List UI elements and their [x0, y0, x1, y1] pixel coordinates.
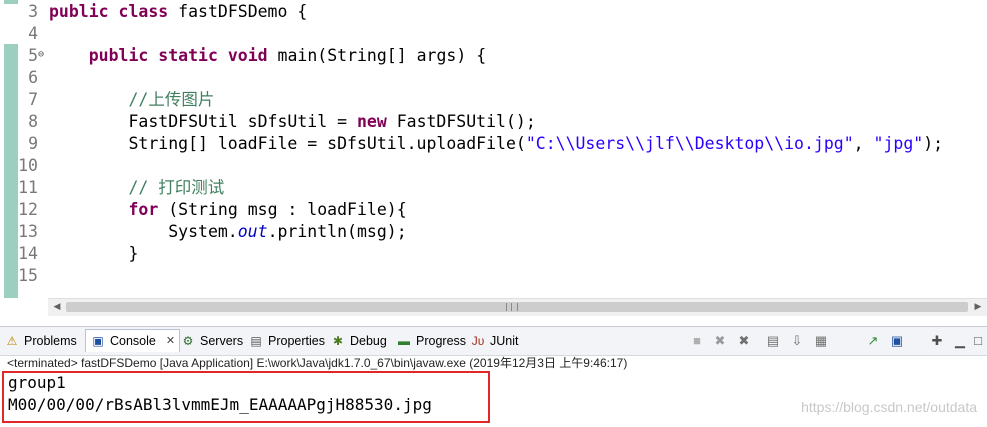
code-token: ); — [923, 134, 944, 153]
code-text: public static void main(String[] args) { — [49, 45, 486, 67]
change-ruler-top — [4, 0, 18, 4]
code-text: System.out.println(msg); — [49, 221, 407, 243]
tab-label: Progress — [416, 334, 467, 348]
minimize-icon[interactable]: ▁ — [951, 332, 969, 350]
debug-icon: ✱ — [332, 334, 344, 348]
line-number: 6 — [28, 68, 38, 87]
tab-label: Servers — [200, 334, 244, 348]
remove-launch-icon[interactable]: ✖ — [711, 332, 729, 350]
tab-debug[interactable]: ✱ Debug — [330, 330, 387, 352]
code-token: FastDFSUtil sDfsUtil = — [49, 112, 357, 131]
line-number: 14 — [18, 244, 38, 263]
line-number: 12 — [18, 200, 38, 219]
open-console-icon[interactable]: ✚ — [928, 332, 946, 350]
code-token: } — [49, 244, 139, 263]
line-number: 5 — [28, 46, 38, 65]
properties-icon: ▤ — [250, 334, 262, 348]
remove-all-icon[interactable]: ✖ — [735, 332, 753, 350]
code-text: for (String msg : loadFile){ — [49, 199, 407, 221]
code-token: "jpg" — [873, 134, 924, 153]
scroll-left-icon[interactable]: ◀ — [50, 300, 64, 314]
code-token: fastDFSDemo { — [168, 2, 308, 21]
code-token: for — [128, 200, 159, 219]
code-token: class — [118, 2, 169, 21]
clear-console-icon[interactable]: ▤ — [764, 332, 782, 350]
code-token: System. — [49, 222, 238, 241]
code-token: //上传图片 — [128, 90, 215, 109]
close-icon[interactable]: ✕ — [166, 330, 175, 352]
code-token: new — [356, 112, 387, 131]
scroll-lock-icon[interactable]: ⇩ — [788, 332, 806, 350]
code-token: // 打印测试 — [128, 178, 225, 197]
code-token: , — [853, 134, 874, 153]
code-editor[interactable]: 3 public class fastDFSDemo { 4 5 ⊖ public st… — [0, 0, 987, 318]
code-token: FastDFSUtil(); — [386, 112, 536, 131]
word-wrap-icon[interactable]: ▦ — [812, 332, 830, 350]
tab-junit[interactable]: Jυ JUnit — [470, 330, 519, 352]
code-token: void — [227, 46, 268, 65]
tab-servers[interactable]: ⚙ Servers — [180, 330, 243, 352]
code-text: } — [49, 243, 138, 265]
tab-console[interactable]: ▣ Console ✕ — [85, 329, 181, 352]
tab-properties[interactable]: ▤ Properties — [248, 330, 325, 352]
code-token: .println(msg); — [267, 222, 407, 241]
code-token: (String msg : loadFile){ — [158, 200, 407, 219]
progress-icon: ▬ — [398, 334, 410, 348]
line-number: 10 — [18, 156, 38, 175]
output-highlight-box — [2, 371, 490, 423]
scrollbar-thumb[interactable] — [66, 302, 968, 312]
scroll-grip-icon — [506, 303, 518, 311]
fold-collapse-icon[interactable]: ⊖ — [38, 44, 44, 66]
tab-label: Problems — [24, 334, 77, 348]
scroll-right-icon[interactable]: ▶ — [971, 300, 985, 314]
line-number: 13 — [18, 222, 38, 241]
line-number: 3 — [28, 2, 38, 21]
line-number: 11 — [18, 178, 38, 197]
line-number: 15 — [18, 266, 38, 285]
views-toolbar: ⚠ Problems ▣ Console ✕ ⚙ Servers ▤ Properties ✱ De… — [0, 326, 987, 356]
servers-icon: ⚙ — [182, 334, 194, 348]
terminate-icon[interactable]: ■ — [688, 332, 706, 350]
code-text: FastDFSUtil sDfsUtil = new FastDFSUtil()… — [49, 111, 536, 133]
line-number: 4 — [28, 24, 38, 43]
tab-problems[interactable]: ⚠ Problems — [4, 330, 77, 352]
pin-console-icon[interactable]: ↗ — [864, 332, 882, 350]
code-text: String[] loadFile = sDfsUtil.uploadFile(… — [49, 133, 943, 155]
code-text: // 打印测试 — [49, 177, 224, 199]
code-token: public — [88, 46, 149, 65]
code-text: //上传图片 — [49, 89, 214, 111]
tab-label: Console — [110, 334, 156, 348]
tab-label: JUnit — [490, 334, 519, 348]
change-ruler — [4, 44, 18, 298]
problems-icon: ⚠ — [6, 334, 18, 348]
line-number: 7 — [28, 90, 38, 109]
tab-progress[interactable]: ▬ Progress — [396, 330, 466, 352]
watermark: https://blog.csdn.net/outdata — [801, 399, 977, 415]
display-console-icon[interactable]: ▣ — [888, 332, 906, 350]
code-text: public class fastDFSDemo { — [49, 1, 307, 23]
code-token: static — [158, 46, 218, 65]
code-token: main(String[] args) { — [267, 46, 487, 65]
code-token: "C:\\Users\\jlf\\Desktop\\io.jpg" — [525, 134, 854, 153]
console-icon: ▣ — [92, 334, 104, 348]
code-token: public — [49, 2, 109, 21]
line-number: 8 — [28, 112, 38, 131]
tab-label: Debug — [350, 334, 387, 348]
junit-icon: Jυ — [471, 334, 485, 348]
line-number: 9 — [28, 134, 38, 153]
horizontal-scrollbar[interactable]: ◀ ▶ — [48, 298, 987, 316]
code-token: String[] loadFile = sDfsUtil.uploadFile( — [49, 134, 526, 153]
maximize-icon[interactable]: □ — [969, 332, 987, 350]
console-status-line: <terminated> fastDFSDemo [Java Applicati… — [7, 356, 628, 370]
code-token: out — [237, 222, 268, 241]
tab-label: Properties — [268, 334, 325, 348]
